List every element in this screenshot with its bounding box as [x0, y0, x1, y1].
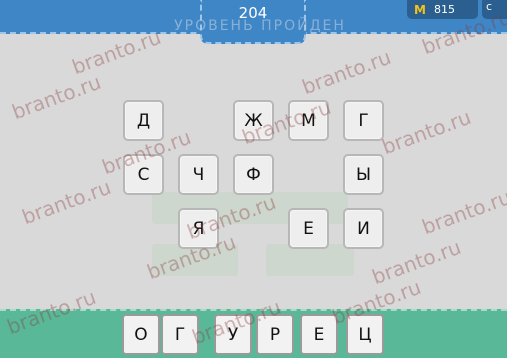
watermark: branto.ru — [8, 69, 105, 125]
menu-icon: c — [486, 0, 493, 13]
answer-slot[interactable]: Е — [300, 314, 338, 355]
letter-tile[interactable]: Г — [343, 100, 384, 141]
coin-count: 815 — [433, 3, 455, 16]
watermark: branto.ru — [298, 44, 395, 100]
watermark: branto.ru — [378, 104, 475, 160]
answer-slot[interactable]: Ц — [346, 314, 384, 355]
answer-slot[interactable]: Р — [256, 314, 294, 355]
answer-bar — [0, 309, 507, 358]
coin-icon: М — [414, 2, 426, 17]
answer-slot[interactable]: У — [214, 314, 252, 355]
letter-tile[interactable]: С — [123, 154, 164, 195]
letter-tile[interactable]: Ы — [343, 154, 384, 195]
coin-counter[interactable]: М 815 — [407, 0, 478, 19]
letter-tile[interactable]: Д — [123, 100, 164, 141]
letter-tile[interactable]: Ф — [233, 154, 274, 195]
watermark: branto.ru — [18, 174, 115, 230]
menu-button[interactable]: c — [482, 0, 507, 19]
letter-tile[interactable]: Ч — [178, 154, 219, 195]
level-complete-ghost-title: УРОВЕНЬ ПРОЙДЕН — [174, 18, 346, 34]
watermark: branto.ru — [418, 184, 507, 240]
letter-tile[interactable]: Е — [288, 208, 329, 249]
letter-tile[interactable]: И — [343, 208, 384, 249]
answer-slot[interactable]: О — [122, 314, 160, 355]
answer-slot[interactable]: Г — [161, 314, 199, 355]
letter-tile[interactable]: М — [288, 100, 329, 141]
letter-tile[interactable]: Я — [178, 208, 219, 249]
letter-tile[interactable]: Ж — [233, 100, 274, 141]
